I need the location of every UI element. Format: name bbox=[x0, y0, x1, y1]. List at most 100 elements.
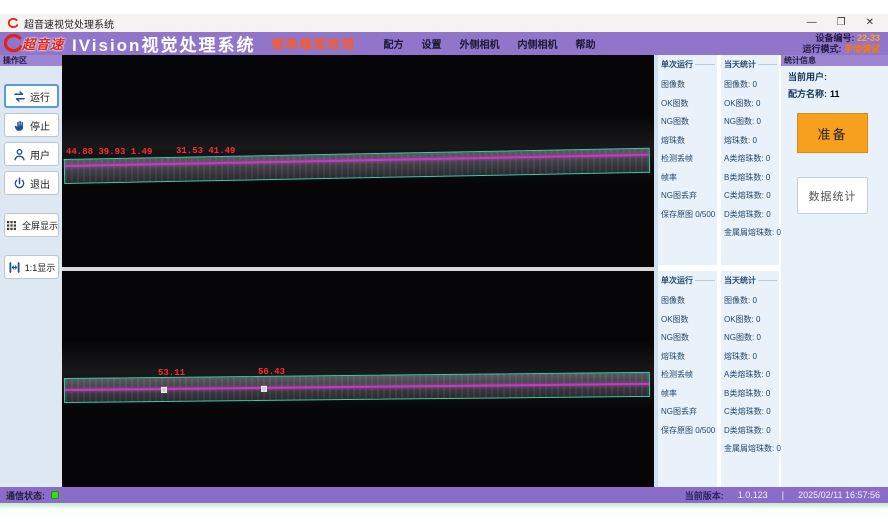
user-button[interactable]: 用户 bbox=[4, 142, 59, 166]
stat-row: OK图数: 0 bbox=[724, 95, 779, 114]
camera-viewport: 44.88 39.93 1.49 31.53 41.49 53.11 56.43 bbox=[62, 55, 654, 487]
stats-group-title: 单次运行 bbox=[661, 275, 693, 286]
menu-item[interactable]: 设置 bbox=[421, 36, 441, 51]
inner-camera-view[interactable]: 53.11 56.43 bbox=[62, 271, 654, 487]
brand-swirl-icon bbox=[4, 34, 24, 54]
today-rows: 图像数: 0OK图数: 0NG图数: 0熔珠数: 0A类熔珠数: 0B类熔珠数:… bbox=[721, 286, 779, 459]
minimize-button[interactable]: — bbox=[807, 18, 817, 28]
app-subtitle: 熔珠端面检测 bbox=[271, 35, 355, 52]
comm-status-led bbox=[51, 491, 59, 499]
window-title: 超音速视觉处理系统 bbox=[24, 16, 114, 31]
stat-row: 熔珠数 bbox=[661, 132, 717, 151]
stop-button[interactable]: 停止 bbox=[4, 113, 59, 137]
stat-row: C类熔珠数: 0 bbox=[724, 187, 779, 206]
stats-group-title: 单次运行 bbox=[661, 59, 693, 70]
stat-row: B类熔珠数: 0 bbox=[724, 169, 779, 188]
device-number-value: 22-33 bbox=[857, 33, 880, 43]
separator: | bbox=[782, 490, 784, 500]
taskbar-strip bbox=[0, 503, 888, 522]
menu-item[interactable]: 配方 bbox=[383, 36, 403, 51]
single-run-rows: 图像数OK图数NG图数熔珠数检测丢帧帧率NG图丢弃保存原图 0/500 bbox=[658, 70, 717, 224]
stat-row: OK图数 bbox=[661, 311, 717, 330]
version-value: 1.0.123 bbox=[738, 490, 768, 500]
outer-camera-view[interactable]: 44.88 39.93 1.49 31.53 41.49 bbox=[62, 55, 654, 267]
stat-row: D类熔珠数: 0 bbox=[724, 422, 779, 441]
recipe-name-label: 配方名称: bbox=[788, 89, 827, 99]
one-to-one-icon bbox=[7, 260, 22, 275]
current-user-label: 当前用户: bbox=[788, 72, 827, 82]
recipe-name-value: 11 bbox=[830, 89, 840, 99]
exit-button[interactable]: 退出 bbox=[4, 171, 59, 195]
defect-marker bbox=[261, 386, 267, 392]
single-run-rows: 图像数OK图数NG图数熔珠数检测丢帧帧率NG图丢弃保存原图 0/500 bbox=[658, 286, 717, 440]
stat-row: OK图数 bbox=[661, 95, 717, 114]
main-menu: 配方 设置 外侧相机 内侧相机 帮助 bbox=[383, 36, 595, 51]
data-statistics-button[interactable]: 数据统计 bbox=[797, 177, 868, 214]
stat-row: NG图丢弃 bbox=[661, 187, 717, 206]
stat-row: 熔珠数 bbox=[661, 348, 717, 367]
run-mode-label: 运行模式: bbox=[802, 44, 841, 54]
brand-name: 超音速 bbox=[22, 34, 64, 53]
one-to-one-button[interactable]: 1:1显示 bbox=[4, 255, 59, 279]
measurement-annotation: 44.88 39.93 1.49 bbox=[66, 147, 152, 157]
stat-row: NG图数 bbox=[661, 113, 717, 132]
stat-row: B类熔珠数: 0 bbox=[724, 385, 779, 404]
run-icon bbox=[12, 89, 27, 104]
measurement-annotation: 53.11 bbox=[158, 368, 185, 378]
one-to-one-button-label: 1:1显示 bbox=[25, 261, 56, 274]
stats-group-title: 当天统计 bbox=[724, 59, 756, 70]
fullscreen-button-label: 全屏显示 bbox=[22, 219, 58, 232]
today-rows: 图像数: 0OK图数: 0NG图数: 0熔珠数: 0A类熔珠数: 0B类熔珠数:… bbox=[721, 70, 779, 243]
stat-row: C类熔珠数: 0 bbox=[724, 403, 779, 422]
stat-row: NG图数: 0 bbox=[724, 113, 779, 132]
menu-item[interactable]: 帮助 bbox=[575, 36, 595, 51]
stat-row: NG图数: 0 bbox=[724, 329, 779, 348]
single-run-stats-top: 单次运行 图像数OK图数NG图数熔珠数检测丢帧帧率NG图丢弃保存原图 0/500 bbox=[658, 55, 717, 265]
stat-row: 帧率 bbox=[661, 385, 717, 404]
device-info: 设备编号: 22-33 运行模式: 手动调试 bbox=[802, 33, 880, 55]
stat-row: 图像数 bbox=[661, 76, 717, 95]
run-mode-value: 手动调试 bbox=[844, 44, 880, 54]
measurement-annotation: 56.43 bbox=[258, 367, 285, 377]
stat-row: NG图数 bbox=[661, 329, 717, 348]
user-icon bbox=[12, 147, 27, 162]
run-button[interactable]: 运行 bbox=[4, 84, 59, 108]
stop-button-label: 停止 bbox=[30, 118, 50, 133]
menu-item[interactable]: 内侧相机 bbox=[517, 36, 557, 51]
close-button[interactable]: ✕ bbox=[866, 18, 874, 28]
device-number-label: 设备编号: bbox=[815, 33, 854, 43]
stat-row: 金属屑熔珠数: 0 bbox=[724, 440, 779, 459]
datetime-value: 2025/02/11 16:57:56 bbox=[798, 490, 880, 500]
single-run-stats-bottom: 单次运行 图像数OK图数NG图数熔珠数检测丢帧帧率NG图丢弃保存原图 0/500 bbox=[658, 271, 717, 487]
run-button-label: 运行 bbox=[30, 89, 50, 104]
info-panel-title: 统计信息 bbox=[781, 55, 888, 66]
today-stats-bottom: 当天统计 图像数: 0OK图数: 0NG图数: 0熔珠数: 0A类熔珠数: 0B… bbox=[721, 271, 779, 487]
laser-line bbox=[65, 383, 649, 391]
statistics-info-panel: 统计信息 当前用户: 配方名称:11 准备 数据统计 bbox=[781, 55, 888, 487]
power-icon bbox=[12, 176, 27, 191]
stats-group-title: 当天统计 bbox=[724, 275, 756, 286]
stat-row: 图像数 bbox=[661, 292, 717, 311]
stat-row: A类熔珠数: 0 bbox=[724, 366, 779, 385]
menu-item[interactable]: 外侧相机 bbox=[459, 36, 499, 51]
stat-row: D类熔珠数: 0 bbox=[724, 206, 779, 225]
app-logo-icon bbox=[8, 18, 19, 29]
today-stats-top: 当天统计 图像数: 0OK图数: 0NG图数: 0熔珠数: 0A类熔珠数: 0B… bbox=[721, 55, 779, 265]
version-label: 当前版本: bbox=[685, 489, 724, 502]
maximize-button[interactable]: ❐ bbox=[837, 18, 846, 28]
stat-row: 检测丢帧 bbox=[661, 150, 717, 169]
stat-row: A类熔珠数: 0 bbox=[724, 150, 779, 169]
stat-row: OK图数: 0 bbox=[724, 311, 779, 330]
fullscreen-button[interactable]: 全屏显示 bbox=[4, 213, 59, 237]
page-title: IVision视觉处理系统 bbox=[72, 31, 255, 56]
stat-row: 保存原图 0/500 bbox=[661, 422, 717, 441]
status-bar: 通信状态: 当前版本: 1.0.123 | 2025/02/11 16:57:5… bbox=[0, 487, 888, 503]
exit-button-label: 退出 bbox=[30, 176, 50, 191]
prepare-button[interactable]: 准备 bbox=[797, 113, 868, 153]
sidebar-title: 操作区 bbox=[0, 55, 62, 66]
stat-row: NG图丢弃 bbox=[661, 403, 717, 422]
stat-row: 金属屑熔珠数: 0 bbox=[724, 224, 779, 243]
app-header: 超音速 IVision视觉处理系统 熔珠端面检测 配方设置外侧相机内侧相机帮助 … bbox=[0, 32, 888, 55]
stat-row: 图像数: 0 bbox=[724, 292, 779, 311]
comm-status-label: 通信状态: bbox=[6, 489, 45, 502]
